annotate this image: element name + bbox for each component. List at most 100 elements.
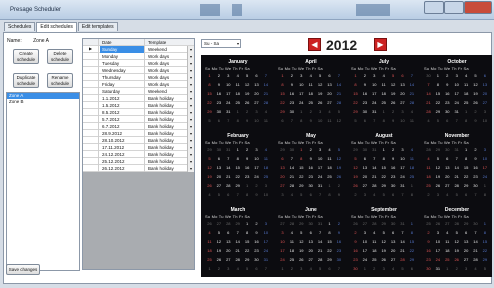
calendar-day[interactable]: 28 <box>370 183 379 188</box>
calendar-day[interactable]: 29 <box>205 147 214 152</box>
calendar-day[interactable]: 28 <box>287 221 296 226</box>
calendar-day[interactable]: 15 <box>379 165 388 170</box>
calendar-day[interactable]: 20 <box>278 174 287 179</box>
calendar-day[interactable]: 12 <box>379 239 388 244</box>
calendar-day[interactable]: 30 <box>214 147 223 152</box>
calendar-day[interactable]: 20 <box>325 91 334 96</box>
calendar-day[interactable]: 6 <box>278 156 287 161</box>
calendar-day[interactable]: 9 <box>443 82 452 87</box>
calendar-day[interactable]: 7 <box>334 266 343 271</box>
calendar-day[interactable]: 30 <box>351 266 360 271</box>
template-cell[interactable]: Weekend <box>146 46 187 53</box>
calendar-day[interactable]: 31 <box>398 221 407 226</box>
calendar-day[interactable]: 18 <box>325 165 334 170</box>
table-row[interactable]: 26.12.2012 Bank holiday ▾ <box>83 165 194 172</box>
calendar-day[interactable]: 9 <box>243 156 252 161</box>
calendar-day[interactable]: 14 <box>316 239 325 244</box>
calendar-day[interactable]: 23 <box>471 174 480 179</box>
calendar-day[interactable]: 7 <box>471 230 480 235</box>
calendar-day[interactable]: 30 <box>471 221 480 226</box>
calendar-day[interactable]: 15 <box>205 91 214 96</box>
calendar-day[interactable]: 3 <box>370 73 379 78</box>
calendar-day[interactable]: 10 <box>316 118 325 123</box>
calendar-day[interactable]: 3 <box>398 147 407 152</box>
calendar-day[interactable]: 12 <box>334 118 343 123</box>
next-year-button[interactable]: ▶ <box>374 38 387 51</box>
calendar-day[interactable]: 10 <box>252 118 261 123</box>
calendar-day[interactable]: 14 <box>261 82 270 87</box>
calendar-day[interactable]: 5 <box>205 118 214 123</box>
calendar-day[interactable]: 9 <box>360 82 369 87</box>
calendar-day[interactable]: 3 <box>360 230 369 235</box>
calendar-day[interactable]: 30 <box>360 147 369 152</box>
calendar-day[interactable]: 5 <box>471 73 480 78</box>
calendar-day[interactable]: 4 <box>261 109 270 114</box>
calendar-day[interactable]: 19 <box>351 174 360 179</box>
calendar-day[interactable]: 4 <box>424 156 433 161</box>
calendar-day[interactable]: 28 <box>424 109 433 114</box>
calendar-day[interactable]: 21 <box>287 174 296 179</box>
calendar-day[interactable]: 23 <box>360 100 369 105</box>
calendar-day[interactable]: 1 <box>233 109 242 114</box>
calendar-day[interactable]: 19 <box>316 91 325 96</box>
calendar-day[interactable]: 3 <box>316 109 325 114</box>
calendar-day[interactable]: 28 <box>452 221 461 226</box>
calendar-day[interactable]: 22 <box>278 100 287 105</box>
calendar-day[interactable]: 27 <box>462 257 471 262</box>
calendar-day[interactable]: 17 <box>398 165 407 170</box>
calendar-day[interactable]: 5 <box>205 156 214 161</box>
calendar-day[interactable]: 15 <box>480 239 489 244</box>
calendar-day[interactable]: 10 <box>398 118 407 123</box>
table-row[interactable]: Monday Work days ▾ <box>83 53 194 60</box>
calendar-day[interactable]: 4 <box>443 192 452 197</box>
tab-edit-schedules[interactable]: Edit schedules <box>36 22 77 32</box>
table-row[interactable]: Wednesday Work days ▾ <box>83 67 194 74</box>
calendar-day[interactable]: 20 <box>252 91 261 96</box>
calendar-day[interactable]: 28 <box>334 100 343 105</box>
calendar-day[interactable]: 1 <box>351 73 360 78</box>
calendar-day[interactable]: 28 <box>471 257 480 262</box>
template-cell[interactable]: Work days <box>146 67 187 74</box>
calendar-day[interactable]: 5 <box>334 109 343 114</box>
calendar-day[interactable]: 29 <box>233 221 242 226</box>
row-selector[interactable]: ▶ <box>83 46 99 53</box>
calendar-day[interactable]: 2 <box>452 266 461 271</box>
calendar-day[interactable]: 2 <box>389 147 398 152</box>
calendar-day[interactable]: 4 <box>471 266 480 271</box>
calendar-day[interactable]: 7 <box>233 192 242 197</box>
maximize-button[interactable] <box>444 1 464 14</box>
calendar-day[interactable]: 7 <box>287 156 296 161</box>
calendar-day[interactable]: 25 <box>325 174 334 179</box>
calendar-day[interactable]: 14 <box>370 165 379 170</box>
calendar-day[interactable]: 1 <box>233 147 242 152</box>
calendar-day[interactable]: 1 <box>325 221 334 226</box>
calendar-day[interactable]: 25 <box>287 257 296 262</box>
calendar-day[interactable]: 29 <box>462 183 471 188</box>
calendar-day[interactable]: 5 <box>316 73 325 78</box>
calendar-day[interactable]: 12 <box>351 165 360 170</box>
calendar-day[interactable]: 16 <box>287 91 296 96</box>
calendar-day[interactable]: 20 <box>214 174 223 179</box>
calendar-day[interactable]: 14 <box>407 82 416 87</box>
calendar-day[interactable]: 9 <box>306 156 315 161</box>
calendar-day[interactable]: 23 <box>243 174 252 179</box>
calendar-day[interactable]: 12 <box>471 82 480 87</box>
calendar-day[interactable]: 19 <box>243 91 252 96</box>
calendar-day[interactable]: 19 <box>297 248 306 253</box>
calendar-day[interactable]: 26 <box>205 183 214 188</box>
calendar-day[interactable]: 7 <box>398 192 407 197</box>
calendar-day[interactable]: 11 <box>407 118 416 123</box>
calendar-day[interactable]: 1 <box>462 147 471 152</box>
calendar-day[interactable]: 27 <box>214 221 223 226</box>
calendar-day[interactable]: 30 <box>287 147 296 152</box>
calendar-day[interactable]: 11 <box>287 239 296 244</box>
calendar-day[interactable]: 24 <box>278 257 287 262</box>
calendar-day[interactable]: 6 <box>214 118 223 123</box>
calendar-day[interactable]: 10 <box>316 156 325 161</box>
calendar-day[interactable]: 11 <box>325 118 334 123</box>
row-selector[interactable] <box>83 102 99 109</box>
calendar-day[interactable]: 13 <box>252 82 261 87</box>
calendar-day[interactable]: 5 <box>379 192 388 197</box>
calendar-day[interactable]: 18 <box>379 91 388 96</box>
calendar-day[interactable]: 3 <box>224 73 233 78</box>
